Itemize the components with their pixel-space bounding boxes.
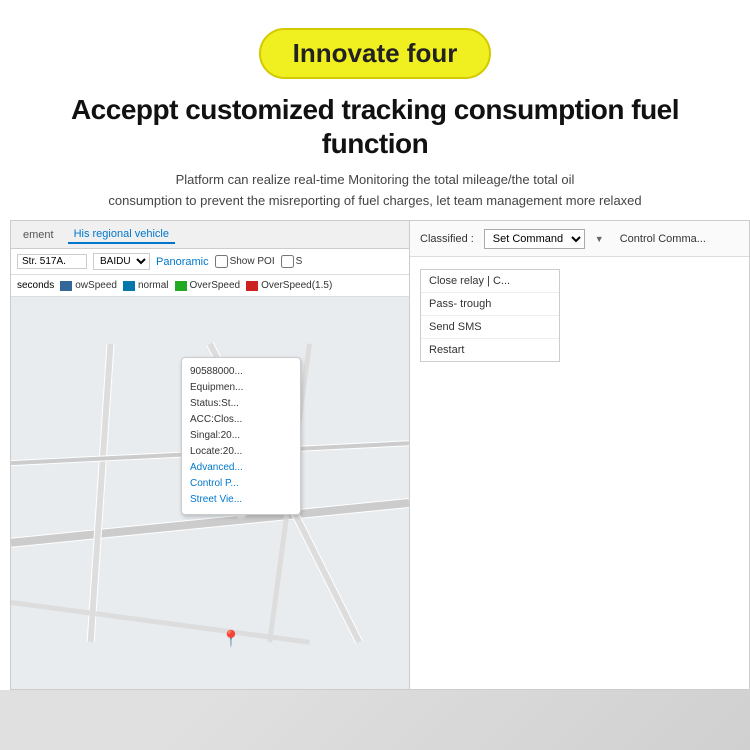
- overspeed-color: [175, 281, 187, 291]
- show-poi-label[interactable]: Show POI: [215, 255, 275, 268]
- map-toolbar: ement His regional vehicle: [11, 221, 409, 249]
- normal-label: normal: [138, 280, 169, 291]
- top-section: Innovate four Acceppt customized trackin…: [0, 0, 750, 230]
- bottom-decoration: [0, 690, 750, 750]
- overspeed-label: OverSpeed: [190, 280, 241, 291]
- map-controls: BAIDU Panoramic Show POI S: [11, 249, 409, 275]
- owspeed-color: [60, 281, 72, 291]
- s-text: S: [296, 256, 303, 267]
- control-cmd-label: Control Comma...: [620, 233, 706, 245]
- normal-color: [123, 281, 135, 291]
- menu-item-1[interactable]: Pass- trough: [421, 293, 559, 316]
- right-panel-content: Close relay | C... Pass- trough Send SMS…: [410, 257, 749, 370]
- show-poi-checkbox[interactable]: [215, 255, 228, 268]
- tab-management[interactable]: ement: [17, 227, 60, 243]
- menu-item-0[interactable]: Close relay | C...: [421, 270, 559, 293]
- legend-overspeed15: OverSpeed(1.5): [246, 280, 332, 291]
- menu-item-3[interactable]: Restart: [421, 339, 559, 361]
- popup-line3: Status:St...: [190, 396, 292, 412]
- popup-line4: ACC:Clos...: [190, 412, 292, 428]
- badge-wrapper: Innovate four: [20, 28, 730, 79]
- popup-line6: Locate:20...: [190, 444, 292, 460]
- sub-text-line1: Platform can realize real-time Monitorin…: [20, 170, 730, 191]
- classified-select[interactable]: Set Command: [484, 229, 585, 249]
- popup-link-control[interactable]: Control P...: [190, 476, 292, 492]
- screenshot-area: ement His regional vehicle BAIDU Panoram…: [0, 220, 750, 750]
- sub-text-line2: consumption to prevent the misreporting …: [20, 191, 730, 212]
- owspeed-label: owSpeed: [75, 280, 117, 291]
- legend-overspeed: OverSpeed: [175, 280, 241, 291]
- show-poi-text: Show POI: [230, 256, 275, 267]
- map-body[interactable]: 90588000... Equipmen... Status:St... ACC…: [11, 297, 409, 689]
- address-input[interactable]: [17, 254, 87, 269]
- overspeed15-label: OverSpeed(1.5): [261, 280, 332, 291]
- popup-line5: Singal:20...: [190, 428, 292, 444]
- right-panel: Classified : Set Command ▼ Control Comma…: [410, 220, 750, 690]
- speed-legend: seconds owSpeed normal OverSpeed OverSpe…: [11, 275, 409, 297]
- classified-label: Classified :: [420, 233, 474, 245]
- map-type-select[interactable]: BAIDU: [93, 253, 150, 270]
- page-wrapper: Innovate four Acceppt customized trackin…: [0, 0, 750, 750]
- map-pin: 📍: [221, 629, 241, 649]
- popup-line1: 90588000...: [190, 364, 292, 380]
- popup-link-streetview[interactable]: Street Vie...: [190, 492, 292, 508]
- right-panel-top: Classified : Set Command ▼ Control Comma…: [410, 221, 749, 257]
- legend-owspeed: owSpeed: [60, 280, 117, 291]
- s-label: S: [281, 255, 303, 268]
- dropdown-menu: Close relay | C... Pass- trough Send SMS…: [420, 269, 560, 362]
- panoramic-link[interactable]: Panoramic: [156, 256, 209, 268]
- innovate-badge: Innovate four: [259, 28, 492, 79]
- map-popup: 90588000... Equipmen... Status:St... ACC…: [181, 357, 301, 515]
- menu-item-2[interactable]: Send SMS: [421, 316, 559, 339]
- dropdown-indicator: ▼: [595, 234, 604, 244]
- popup-link-advanced[interactable]: Advanced...: [190, 460, 292, 476]
- tab-regional[interactable]: His regional vehicle: [68, 226, 175, 244]
- s-checkbox[interactable]: [281, 255, 294, 268]
- overspeed15-color: [246, 281, 258, 291]
- popup-line2: Equipmen...: [190, 380, 292, 396]
- main-title: Acceppt customized tracking consumption …: [20, 93, 730, 160]
- map-panel: ement His regional vehicle BAIDU Panoram…: [10, 220, 410, 690]
- legend-normal: normal: [123, 280, 169, 291]
- legend-seconds: seconds: [17, 280, 54, 291]
